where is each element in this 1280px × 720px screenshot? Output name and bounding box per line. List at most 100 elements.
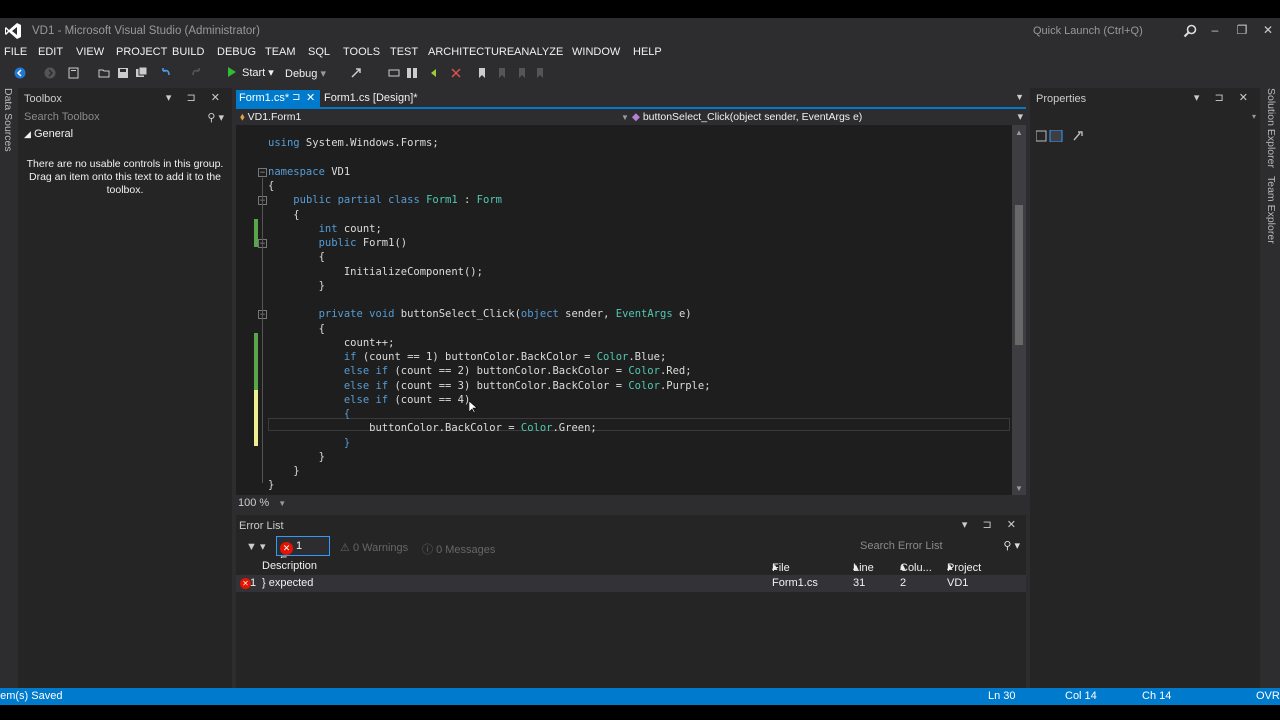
tab-form1-design-label: Form1.cs [Design]* (324, 92, 418, 104)
layout-icon[interactable] (406, 67, 418, 79)
status-insert-mode[interactable]: OVR (1256, 690, 1280, 702)
column-file-label: File (772, 562, 790, 574)
warnings-toggle-button[interactable]: ⚠ 0 Warnings (340, 541, 408, 554)
row-file: Form1.cs (772, 577, 818, 589)
zoom-dropdown[interactable]: 100 % ▼ (238, 497, 286, 509)
class-dropdown[interactable]: ⬧ VD1.Form1 (240, 111, 301, 124)
save-all-icon[interactable] (136, 67, 148, 79)
editor-vertical-scrollbar[interactable]: ▲ ▼ (1012, 125, 1026, 495)
clear-bookmarks-icon[interactable] (534, 67, 546, 79)
toolbox-group-general[interactable]: ◢ General (24, 128, 73, 140)
open-file-icon[interactable] (98, 67, 110, 79)
member-dropdown[interactable]: ▼ ◆ buttonSelect_Click(object sender, Ev… (621, 111, 862, 123)
properties-toolbar-icons[interactable] (1036, 130, 1084, 142)
error-list-controls[interactable]: ▾ ⊐ ✕ (962, 518, 1022, 531)
menu-analyze[interactable]: ANALYZE (514, 46, 563, 58)
tab-form1-design[interactable]: Form1.cs [Design]* (322, 90, 420, 107)
column-column[interactable]: Colu... ▴ (900, 560, 932, 574)
save-icon[interactable] (117, 67, 129, 79)
messages-toggle-button[interactable]: ⓘ 0 Messages (422, 541, 495, 557)
menu-tools[interactable]: TOOLS (343, 46, 380, 58)
attach-process-icon[interactable] (350, 67, 362, 79)
column-project[interactable]: Project ▴ (947, 560, 981, 574)
method-icon: ◆ (631, 111, 640, 123)
row-column: 2 (900, 577, 907, 589)
scrollbar-thumb[interactable] (1015, 205, 1023, 345)
messages-count-label: 0 Messages (436, 544, 496, 556)
code-line: count++; (268, 337, 395, 349)
navigate-back-icon[interactable] (14, 67, 26, 79)
scroll-up-icon[interactable]: ▲ (1015, 128, 1023, 137)
column-file[interactable]: File ▴ (772, 560, 790, 574)
mouse-cursor-icon (469, 401, 478, 414)
menu-file[interactable]: FILE (4, 46, 27, 58)
error-list-title: Error List (239, 520, 284, 532)
close-button[interactable]: ✕ (1257, 22, 1279, 38)
play-icon (228, 67, 236, 77)
errors-toggle-button[interactable]: ✕1 Error (276, 536, 330, 567)
toolbox-search-input[interactable]: Search Toolbox ⚲ ▾ (20, 108, 230, 126)
code-editor[interactable]: − − − − using System.Windows.Forms; name… (236, 125, 1026, 495)
filter-icon[interactable]: ▼ ▾ (246, 540, 265, 553)
toolbox-group-label: General (33, 128, 74, 140)
solution-explorer-tab[interactable]: Solution Explorer (1265, 88, 1277, 168)
menu-team[interactable]: TEAM (265, 46, 296, 58)
menu-sql[interactable]: SQL (308, 46, 330, 58)
menu-architecture[interactable]: ARCHITECTURE (428, 46, 514, 58)
format-icon[interactable] (388, 67, 400, 79)
menu-build[interactable]: BUILD (172, 46, 204, 58)
menu-help[interactable]: HELP (633, 46, 662, 58)
title-bar: VD1 - Microsoft Visual Studio (Administr… (0, 18, 1280, 44)
object-selector-dropdown-icon[interactable]: ▾ (1252, 112, 1256, 121)
tab-list-dropdown-icon[interactable]: ▼ (1015, 92, 1024, 102)
tab-form1-cs[interactable]: Form1.cs* ⊐ ✕ (236, 90, 320, 107)
data-sources-tab[interactable]: Data Sources (0, 88, 18, 178)
search-icon[interactable] (1183, 24, 1197, 38)
minimize-button[interactable]: – (1204, 22, 1226, 38)
next-bookmark-icon[interactable] (516, 67, 528, 79)
menu-test[interactable]: TEST (390, 46, 418, 58)
scroll-down-icon[interactable]: ▼ (1015, 484, 1023, 493)
collapse-region-icon[interactable]: − (258, 168, 267, 177)
new-project-icon[interactable] (68, 67, 80, 79)
close-icon[interactable]: ✕ (306, 91, 315, 104)
solution-configuration-dropdown[interactable]: Debug ▾ (282, 65, 334, 81)
column-line-label: Line (853, 562, 874, 574)
editor-navigation-bar: ⬧ VD1.Form1 ▼ ◆ buttonSelect_Click(objec… (236, 109, 1026, 125)
error-icon: ✕ (280, 542, 293, 555)
properties-controls[interactable]: ▾ ⊐ ✕ (1194, 91, 1254, 104)
uncomment-icon[interactable] (450, 67, 462, 79)
redo-icon[interactable] (190, 67, 202, 79)
restore-button[interactable]: ❐ (1231, 22, 1253, 38)
team-explorer-tab[interactable]: Team Explorer (1265, 176, 1277, 244)
menu-project[interactable]: PROJECT (116, 46, 167, 58)
search-icon[interactable]: ⚲ ▾ (207, 111, 224, 124)
search-icon[interactable]: ⚲ ▾ (1003, 539, 1020, 552)
error-list-search-input[interactable]: Search Error List ⚲ ▾ (856, 537, 1024, 555)
undo-icon[interactable] (160, 67, 172, 79)
split-editor-icon[interactable]: ▾ (1017, 110, 1023, 123)
table-row[interactable]: ✕ 1 } expected Form1.cs 31 2 VD1 (236, 575, 1026, 592)
error-list-search-placeholder: Search Error List (860, 540, 943, 552)
bookmark-icon[interactable] (476, 67, 488, 79)
pin-icon[interactable]: ⊐ (292, 92, 300, 103)
column-line[interactable]: Line ▴ (853, 560, 874, 574)
code-line: { (268, 251, 325, 263)
start-debugging-button[interactable]: Start ▾ (228, 66, 274, 79)
prev-bookmark-icon[interactable] (496, 67, 508, 79)
menu-debug[interactable]: DEBUG (217, 46, 256, 58)
navigate-forward-icon[interactable] (44, 67, 56, 79)
toolbox-controls[interactable]: ▾ ⊐ ✕ (166, 91, 226, 104)
menu-view[interactable]: VIEW (76, 46, 104, 58)
menu-window[interactable]: WINDOW (572, 46, 620, 58)
document-tab-well: Form1.cs* ⊐ ✕ Form1.cs [Design]* ▼ (236, 90, 1026, 109)
code-line: else if (count == 2) buttonColor.BackCol… (343, 365, 692, 377)
start-label: Start (242, 67, 266, 79)
menu-edit[interactable]: EDIT (38, 46, 63, 58)
status-line: Ln 30 (988, 690, 1016, 702)
properties-title: Properties (1036, 93, 1087, 105)
quick-launch-input[interactable]: Quick Launch (Ctrl+Q) (1030, 22, 1200, 40)
comment-icon[interactable] (430, 67, 442, 79)
toolbox-panel: Toolbox ▾ ⊐ ✕ Search Toolbox ⚲ ▾ ◢ Gener… (18, 88, 232, 688)
column-description[interactable]: Description (262, 560, 317, 572)
